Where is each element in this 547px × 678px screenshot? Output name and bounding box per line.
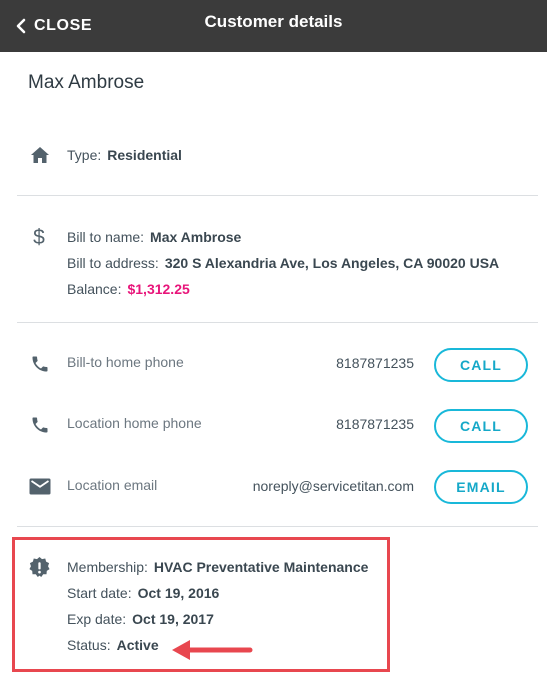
bill-to-name-label: Bill to name: <box>67 229 145 245</box>
contact-label: Location email <box>67 477 158 493</box>
bill-to-address-value: 320 S Alexandria Ave, Los Angeles, CA 90… <box>164 255 500 271</box>
call-button[interactable]: CALL <box>434 409 528 443</box>
contact-value: 8187871235 <box>336 355 414 371</box>
app-header: CLOSE Customer details <box>0 0 547 52</box>
divider <box>17 526 538 527</box>
call-button[interactable]: CALL <box>434 348 528 382</box>
bill-to-address-line: Bill to address: 320 S Alexandria Ave, Lo… <box>67 255 499 271</box>
type-value: Residential <box>107 147 182 163</box>
balance-value: $1,312.25 <box>127 281 190 297</box>
contact-value: noreply@servicetitan.com <box>252 478 414 494</box>
balance-line: Balance: $1,312.25 <box>67 281 190 297</box>
bill-to-address-label: Bill to address: <box>67 255 159 271</box>
balance-label: Balance: <box>67 281 122 297</box>
divider <box>17 195 538 196</box>
bill-to-name-line: Bill to name: Max Ambrose <box>67 229 241 245</box>
contact-label: Bill-to home phone <box>67 354 184 370</box>
type-line: Type: Residential <box>67 147 182 163</box>
email-icon <box>29 478 51 495</box>
phone-icon <box>32 356 48 372</box>
bill-to-name-value: Max Ambrose <box>150 229 242 245</box>
svg-text:$: $ <box>33 226 45 248</box>
arrow-left-icon <box>172 640 253 660</box>
contact-label: Location home phone <box>67 415 202 431</box>
email-button[interactable]: EMAIL <box>434 470 528 504</box>
type-label: Type: <box>67 147 102 163</box>
contact-value: 8187871235 <box>336 416 414 432</box>
dollar-icon: $ <box>33 226 45 248</box>
customer-name: Max Ambrose <box>28 72 145 93</box>
phone-icon <box>32 417 48 433</box>
divider <box>17 322 538 323</box>
home-icon <box>31 147 49 163</box>
page-title: Customer details <box>204 12 343 31</box>
